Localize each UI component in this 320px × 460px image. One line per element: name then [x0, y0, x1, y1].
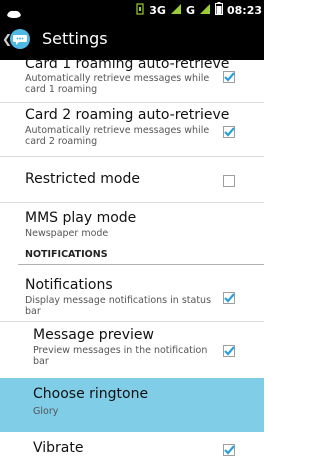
messaging-icon[interactable]	[9, 28, 31, 50]
mms-play-mode-item[interactable]: MMS play mode Newspaper mode	[0, 203, 264, 245]
vibrate-item[interactable]: Vibrate	[0, 432, 264, 456]
item-title: Card 2 roaming auto-retrieve	[25, 107, 230, 123]
checkbox-checked-icon[interactable]	[223, 441, 235, 456]
card1-roaming-item[interactable]: Card 1 roaming auto-retrieve Automatical…	[0, 56, 264, 100]
choose-ringtone-item[interactable]: Choose ringtone Glory	[0, 378, 264, 432]
network-1-label: 3G	[149, 3, 166, 17]
message-preview-item[interactable]: Message preview Preview messages in the …	[0, 322, 264, 377]
item-summary: Automatically retrieve messages while ca…	[25, 125, 210, 147]
page-title: Settings	[42, 29, 108, 48]
action-bar: ❮ Settings	[0, 20, 264, 60]
item-summary: Glory	[33, 406, 59, 417]
item-summary: Preview messages in the notification bar	[33, 345, 208, 367]
card2-roaming-item[interactable]: Card 2 roaming auto-retrieve Automatical…	[0, 103, 264, 155]
item-title: Restricted mode	[25, 171, 140, 187]
item-summary: Newspaper mode	[25, 228, 109, 239]
battery-icon	[214, 2, 223, 18]
notifications-item[interactable]: Notifications Display message notificati…	[0, 265, 264, 317]
checkbox-checked-icon[interactable]	[223, 342, 235, 357]
item-title: Vibrate	[33, 440, 84, 456]
item-summary: Display message notifications in status …	[25, 295, 212, 317]
item-title: Choose ringtone	[33, 386, 149, 402]
restricted-mode-item[interactable]: Restricted mode	[0, 157, 264, 201]
checkbox-checked-icon[interactable]	[223, 289, 235, 304]
sim-icon	[135, 2, 145, 18]
item-title: Notifications	[25, 277, 113, 293]
checkbox-checked-icon[interactable]	[223, 123, 235, 138]
item-summary: Automatically retrieve messages while ca…	[25, 73, 210, 95]
checkbox-unchecked-icon[interactable]	[223, 172, 235, 187]
signal-icon	[170, 3, 182, 18]
network-2-label: G	[185, 3, 195, 17]
clock: 08:23	[226, 3, 262, 17]
status-bar: 3G G 08:23	[0, 0, 264, 20]
section-header-notifications: NOTIFICATIONS	[25, 249, 108, 260]
status-right: 3G G 08:23	[135, 2, 262, 18]
item-title: MMS play mode	[25, 210, 137, 226]
item-title: Card 1 roaming auto-retrieve	[25, 56, 230, 72]
item-title: Message preview	[33, 327, 154, 343]
checkbox-checked-icon[interactable]	[223, 68, 235, 83]
signal-icon-2	[199, 3, 211, 18]
notification-icon	[6, 4, 22, 18]
